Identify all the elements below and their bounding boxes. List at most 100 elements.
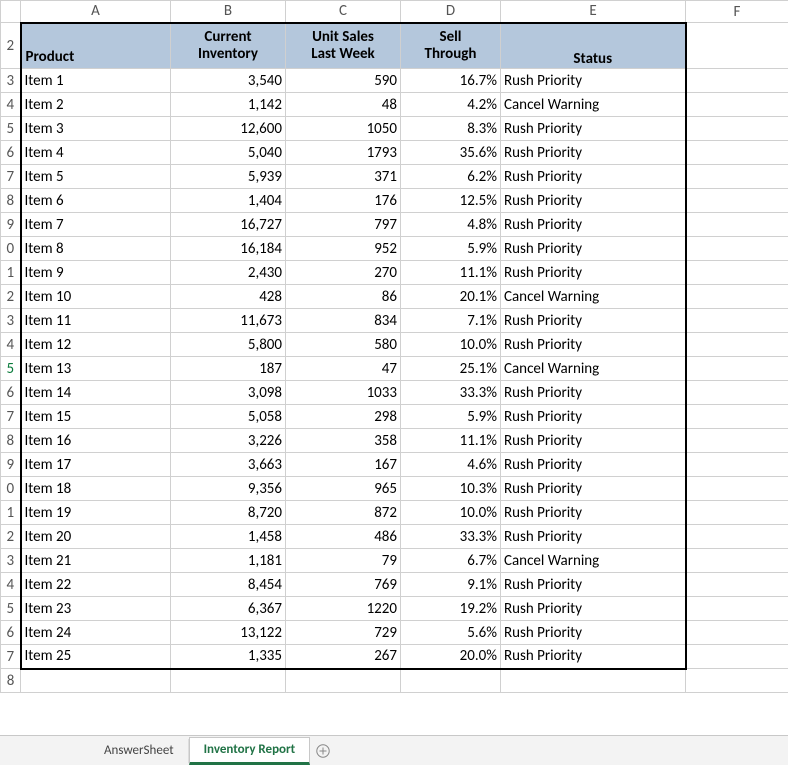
cell-sales[interactable]: 298 [286,405,401,429]
cell-inventory[interactable]: 8,454 [171,573,286,597]
select-all-corner[interactable] [1,1,21,23]
cell-F23[interactable] [686,549,788,573]
cell-sales[interactable]: 965 [286,477,401,501]
cell-A28[interactable] [21,669,171,693]
cell-sell[interactable]: 4.2% [401,93,501,117]
cell-F27[interactable] [686,645,788,669]
cell-sales[interactable]: 834 [286,309,401,333]
cell-F24[interactable] [686,573,788,597]
cell-sales[interactable]: 952 [286,237,401,261]
row-header-13[interactable]: 3 [1,309,21,333]
cell-sales[interactable]: 590 [286,69,401,93]
cell-F25[interactable] [686,597,788,621]
row-header-16[interactable]: 6 [1,381,21,405]
cell-product[interactable]: Item 17 [21,453,171,477]
cell-sales[interactable]: 371 [286,165,401,189]
cell-status[interactable]: Rush Priority [501,573,686,597]
cell-inventory[interactable]: 3,098 [171,381,286,405]
col-header-C[interactable]: C [286,1,401,23]
cell-sales[interactable]: 580 [286,333,401,357]
cell-sales[interactable]: 729 [286,621,401,645]
cell-F7[interactable] [686,165,788,189]
cell-sell[interactable]: 10.0% [401,501,501,525]
cell-product[interactable]: Item 18 [21,477,171,501]
row-header-6[interactable]: 6 [1,141,21,165]
cell-F14[interactable] [686,333,788,357]
header-inventory[interactable]: CurrentInventory [171,23,286,69]
cell-F13[interactable] [686,309,788,333]
row-header-9[interactable]: 9 [1,213,21,237]
cell-F19[interactable] [686,453,788,477]
cell-status[interactable]: Cancel Warning [501,549,686,573]
cell-product[interactable]: Item 19 [21,501,171,525]
cell-sell[interactable]: 20.1% [401,285,501,309]
cell-sales[interactable]: 1033 [286,381,401,405]
cell-F4[interactable] [686,93,788,117]
cell-status[interactable]: Rush Priority [501,477,686,501]
cell-F17[interactable] [686,405,788,429]
row-header-15[interactable]: 5 [1,357,21,381]
row-header-24[interactable]: 4 [1,573,21,597]
add-sheet-button[interactable] [310,741,336,760]
cell-F15[interactable] [686,357,788,381]
row-header-23[interactable]: 3 [1,549,21,573]
cell-inventory[interactable]: 1,458 [171,525,286,549]
cell-sales[interactable]: 872 [286,501,401,525]
cell-product[interactable]: Item 21 [21,549,171,573]
cell-inventory[interactable]: 12,600 [171,117,286,141]
cell-product[interactable]: Item 25 [21,645,171,669]
row-header-5[interactable]: 5 [1,117,21,141]
cell-sell[interactable]: 33.3% [401,381,501,405]
cell-D28[interactable] [401,669,501,693]
header-status[interactable]: Status [501,23,686,69]
cell-status[interactable]: Rush Priority [501,645,686,669]
cell-sell[interactable]: 19.2% [401,597,501,621]
cell-sell[interactable]: 10.0% [401,333,501,357]
cell-status[interactable]: Rush Priority [501,525,686,549]
cell-sell[interactable]: 20.0% [401,645,501,669]
cell-F10[interactable] [686,237,788,261]
row-header-14[interactable]: 4 [1,333,21,357]
row-header-8[interactable]: 8 [1,189,21,213]
cell-inventory[interactable]: 1,181 [171,549,286,573]
cell-sell[interactable]: 4.6% [401,453,501,477]
cell-product[interactable]: Item 11 [21,309,171,333]
cell-inventory[interactable]: 5,058 [171,405,286,429]
cell-status[interactable]: Rush Priority [501,501,686,525]
row-header-11[interactable]: 1 [1,261,21,285]
cell-product[interactable]: Item 12 [21,333,171,357]
cell-F28[interactable] [686,669,788,693]
col-header-D[interactable]: D [401,1,501,23]
cell-sell[interactable]: 33.3% [401,525,501,549]
cell-B28[interactable] [171,669,286,693]
col-header-B[interactable]: B [171,1,286,23]
cell-sales[interactable]: 1050 [286,117,401,141]
col-header-A[interactable]: A [21,1,171,23]
cell-status[interactable]: Rush Priority [501,141,686,165]
cell-product[interactable]: Item 9 [21,261,171,285]
cell-sales[interactable]: 79 [286,549,401,573]
cell-status[interactable]: Rush Priority [501,69,686,93]
cell-F6[interactable] [686,141,788,165]
cell-sell[interactable]: 8.3% [401,117,501,141]
cell-sell[interactable]: 16.7% [401,69,501,93]
cell-inventory[interactable]: 5,040 [171,141,286,165]
tab-answersheet[interactable]: AnswerSheet [90,739,189,763]
row-header-2[interactable]: 2 [1,23,21,69]
cell-C28[interactable] [286,669,401,693]
tab-inventory-report[interactable]: Inventory Report [189,737,311,765]
header-sell[interactable]: SellThrough [401,23,501,69]
cell-sell[interactable]: 11.1% [401,429,501,453]
cell-status[interactable]: Rush Priority [501,453,686,477]
cell-F20[interactable] [686,477,788,501]
cell-status[interactable]: Rush Priority [501,429,686,453]
cell-product[interactable]: Item 2 [21,93,171,117]
cell-inventory[interactable]: 16,184 [171,237,286,261]
cell-sales[interactable]: 797 [286,213,401,237]
cell-status[interactable]: Rush Priority [501,333,686,357]
row-header-20[interactable]: 0 [1,477,21,501]
cell-product[interactable]: Item 4 [21,141,171,165]
cell-product[interactable]: Item 3 [21,117,171,141]
row-header-22[interactable]: 2 [1,525,21,549]
cell-status[interactable]: Rush Priority [501,261,686,285]
